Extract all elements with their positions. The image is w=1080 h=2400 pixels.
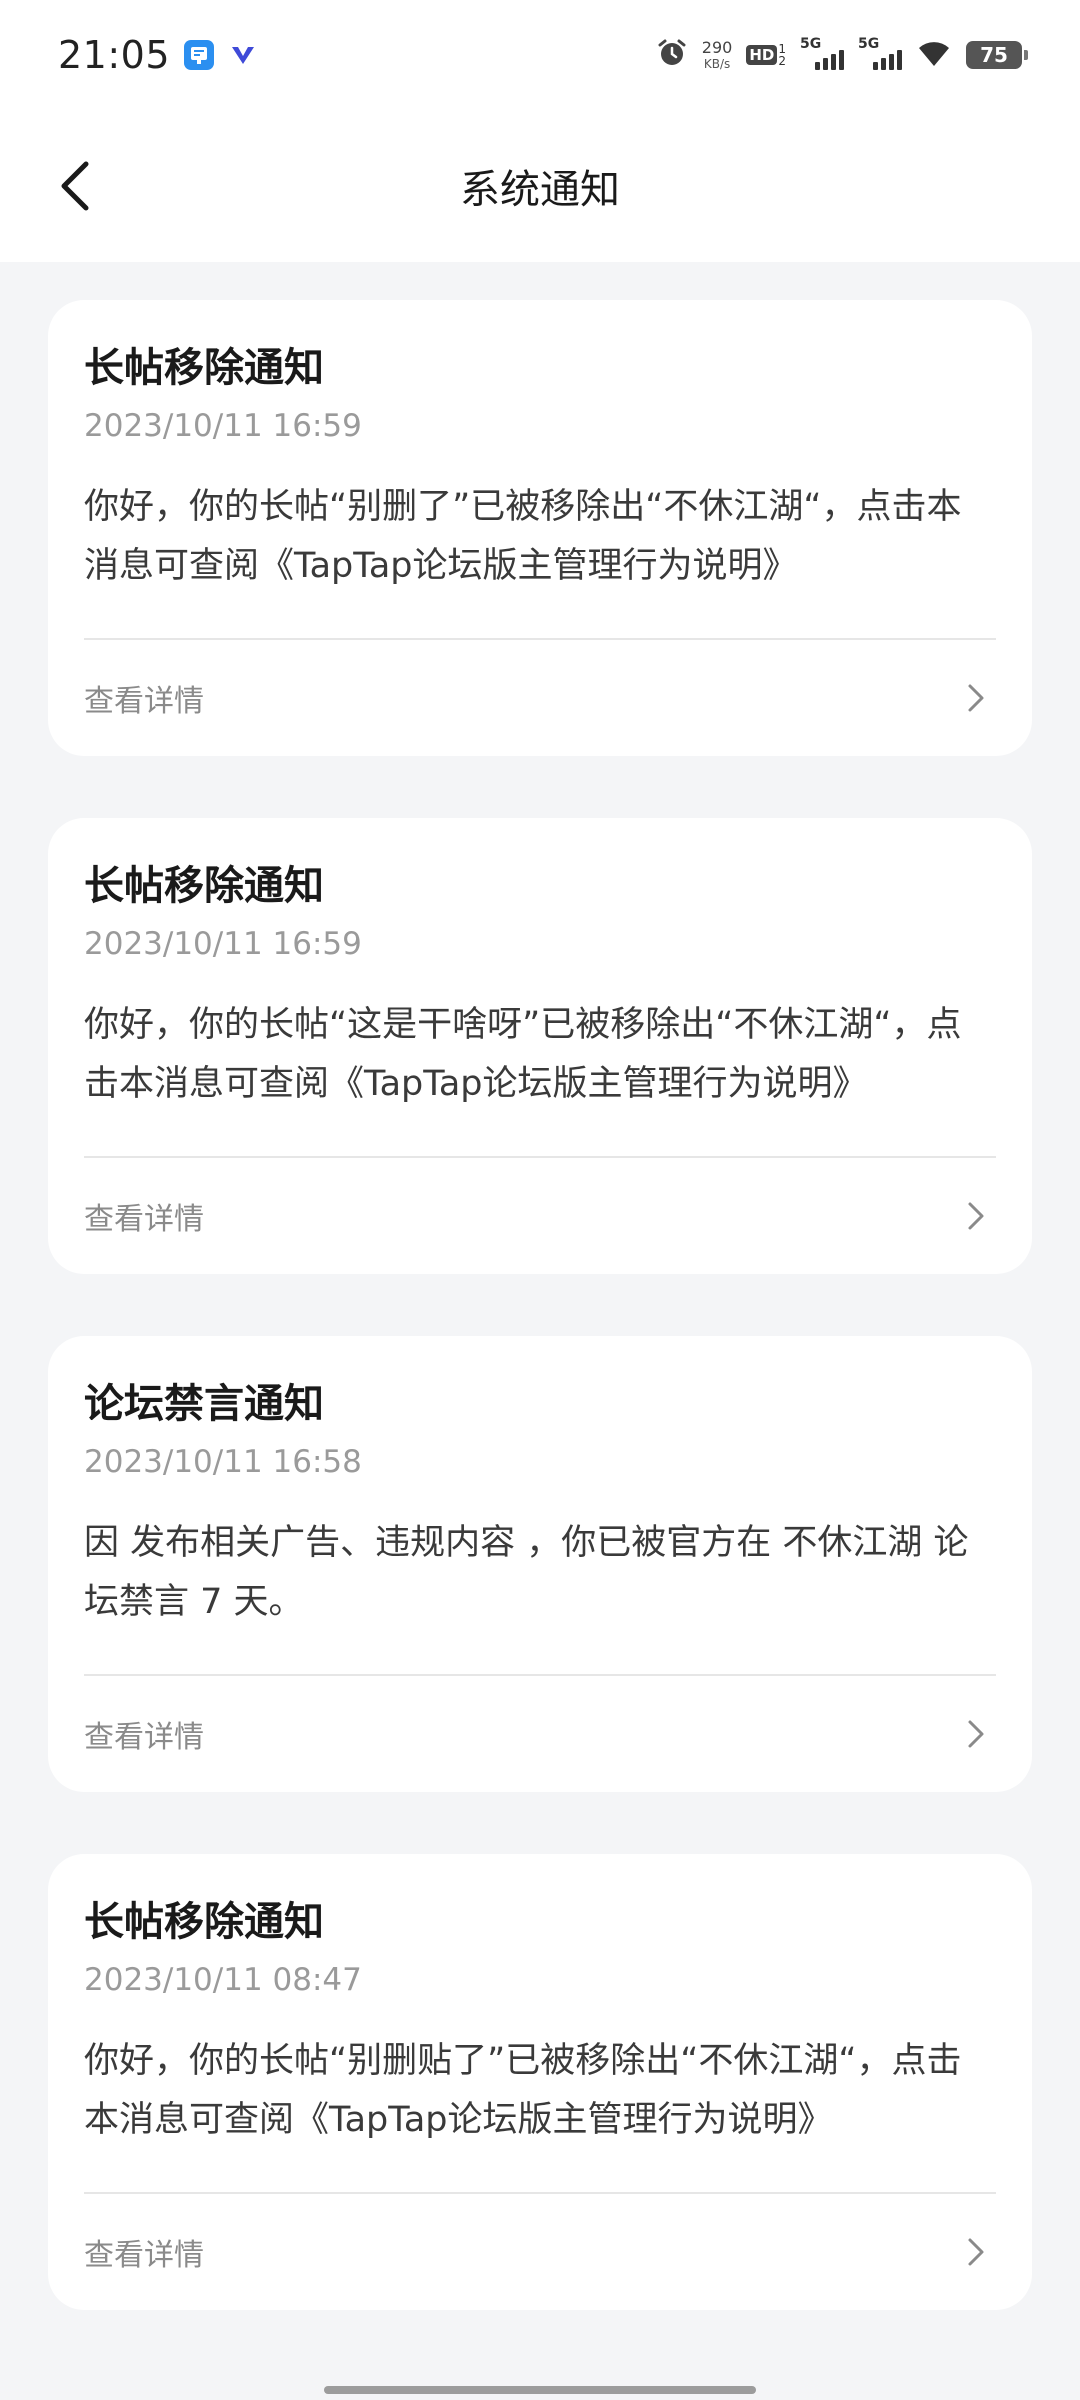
notification-card[interactable]: 长帖移除通知 2023/10/11 08:47 你好，你的长帖“别删贴了”已被移… bbox=[48, 1854, 1032, 2310]
notification-body: 你好，你的长帖“别删贴了”已被移除出“不休江湖“，点击本消息可查阅《TapTap… bbox=[84, 2041, 962, 2140]
alarm-icon bbox=[656, 37, 688, 73]
back-arrow-icon bbox=[61, 161, 89, 211]
view-details-row[interactable]: 查看详情 bbox=[84, 1676, 996, 1792]
hd-sub: 1 2 bbox=[778, 43, 786, 67]
chevron-right-icon bbox=[958, 680, 994, 716]
notification-time: 2023/10/11 08:47 bbox=[84, 1962, 362, 1998]
network-speed-value: 290 bbox=[701, 38, 733, 57]
notification-time: 2023/10/11 16:58 bbox=[84, 1444, 362, 1480]
back-button[interactable] bbox=[40, 150, 112, 222]
notification-card[interactable]: 长帖移除通知 2023/10/11 16:59 你好，你的长帖“别删了”已被移除… bbox=[48, 300, 1032, 756]
app-v-icon bbox=[228, 40, 258, 70]
screen: 21:05 290 KB/s HD 1 2 5G 5G 75 系统通知 长帖移除… bbox=[0, 0, 1080, 2400]
status-time: 21:05 bbox=[58, 33, 171, 77]
sim2-signal-icon: 5G bbox=[858, 36, 902, 72]
navigation-bar: 系统通知 bbox=[0, 110, 1080, 262]
battery-indicator: 75 bbox=[966, 41, 1028, 69]
view-details-label: 查看详情 bbox=[84, 1202, 204, 1237]
network-speed: 290 KB/s bbox=[701, 38, 733, 71]
chevron-right-icon bbox=[958, 1716, 994, 1752]
hd-voice-badge: HD 1 2 bbox=[746, 43, 786, 67]
view-details-label: 查看详情 bbox=[84, 1720, 204, 1755]
chevron-right-icon bbox=[958, 1198, 994, 1234]
status-right: 290 KB/s HD 1 2 5G 5G 75 bbox=[656, 36, 1028, 73]
notification-card[interactable]: 论坛禁言通知 2023/10/11 16:58 因 发布相关广告、违规内容 ，你… bbox=[48, 1336, 1032, 1792]
view-details-row[interactable]: 查看详情 bbox=[84, 1158, 996, 1274]
notification-time: 2023/10/11 16:59 bbox=[84, 926, 362, 962]
home-indicator[interactable] bbox=[324, 2386, 756, 2394]
notification-title: 长帖移除通知 bbox=[84, 345, 324, 391]
notification-body: 你好，你的长帖“别删了”已被移除出“不休江湖“，点击本消息可查阅《TapTap论… bbox=[84, 487, 962, 586]
notification-card[interactable]: 长帖移除通知 2023/10/11 16:59 你好，你的长帖“这是干啥呀”已被… bbox=[48, 818, 1032, 1274]
app-notification-icon bbox=[184, 40, 215, 70]
notification-time: 2023/10/11 16:59 bbox=[84, 408, 362, 444]
chevron-right-icon bbox=[958, 2234, 994, 2270]
view-details-label: 查看详情 bbox=[84, 2238, 204, 2273]
network-speed-unit: KB/s bbox=[703, 57, 731, 71]
notification-list: 长帖移除通知 2023/10/11 16:59 你好，你的长帖“别删了”已被移除… bbox=[48, 300, 1032, 2372]
hd-sub-bottom: 2 bbox=[778, 54, 786, 68]
view-details-label: 查看详情 bbox=[84, 684, 204, 719]
hd-label: HD bbox=[746, 45, 778, 65]
notification-title: 论坛禁言通知 bbox=[84, 1381, 324, 1427]
view-details-row[interactable]: 查看详情 bbox=[84, 640, 996, 756]
sim1-signal-icon: 5G bbox=[800, 36, 844, 72]
view-details-row[interactable]: 查看详情 bbox=[84, 2194, 996, 2310]
notification-body: 因 发布相关广告、违规内容 ，你已被官方在 不休江湖 论坛禁言 7 天。 bbox=[84, 1523, 969, 1622]
status-bar: 21:05 290 KB/s HD 1 2 5G 5G 75 bbox=[0, 0, 1080, 110]
page-title: 系统通知 bbox=[460, 167, 620, 213]
wifi-icon bbox=[916, 38, 952, 72]
status-left: 21:05 bbox=[58, 33, 258, 77]
notification-title: 长帖移除通知 bbox=[84, 863, 324, 909]
notification-title: 长帖移除通知 bbox=[84, 1899, 324, 1945]
notification-body: 你好，你的长帖“这是干啥呀”已被移除出“不休江湖“，点击本消息可查阅《TapTa… bbox=[84, 1005, 962, 1104]
